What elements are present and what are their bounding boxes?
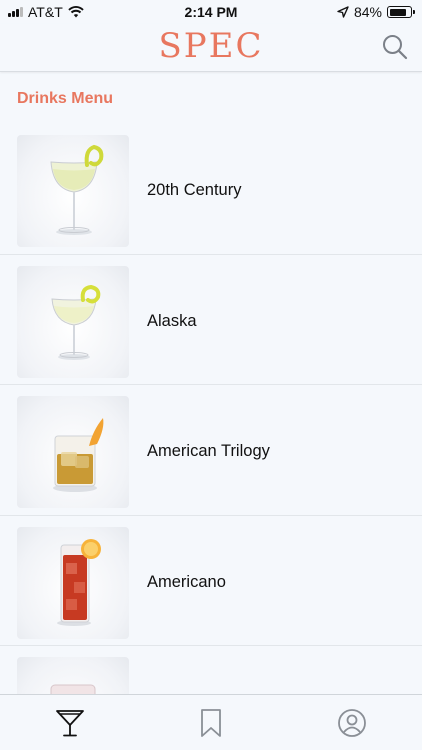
drink-name: Americano <box>147 572 226 591</box>
coupe-glass-image <box>51 284 101 360</box>
status-left: AT&T <box>8 4 84 20</box>
rocks-glass-image <box>53 418 104 492</box>
tab-drinks[interactable] <box>40 703 100 743</box>
signal-icon <box>8 7 23 17</box>
status-right: 84% <box>337 4 415 20</box>
app-logo: SPEC <box>158 26 264 66</box>
search-icon <box>383 35 408 60</box>
user-circle-icon <box>337 708 366 737</box>
drink-thumbnail <box>17 135 129 247</box>
list-item[interactable]: American Trilogy <box>0 385 422 516</box>
tab-bar <box>0 694 422 750</box>
drink-thumbnail <box>17 526 129 639</box>
drink-thumbnail <box>17 265 129 378</box>
carrier-label: AT&T <box>28 4 63 20</box>
coupe-glass-image <box>50 144 104 235</box>
battery-fill <box>389 8 407 16</box>
drinks-list: 20th Century Alaska American Trilogy Ame… <box>0 124 422 750</box>
list-item[interactable]: Americano <box>0 516 422 646</box>
drink-thumbnail <box>17 396 129 508</box>
app-header: SPEC <box>0 24 422 72</box>
highball-glass-image <box>57 538 101 626</box>
list-item[interactable]: 20th Century <box>0 124 422 255</box>
tab-profile[interactable] <box>322 703 382 743</box>
list-item[interactable]: Alaska <box>0 255 422 385</box>
section-title: Drinks Menu <box>17 90 114 107</box>
battery-percent: 84% <box>353 4 382 20</box>
wifi-icon <box>68 6 84 18</box>
bookmark-icon <box>201 708 221 737</box>
tab-saved[interactable] <box>181 703 241 743</box>
drink-name: 20th Century <box>147 181 242 199</box>
battery-icon <box>387 6 415 18</box>
status-bar: AT&T 2:14 PM 84% <box>0 0 422 24</box>
drink-name: American Trilogy <box>147 442 270 460</box>
martini-glass-icon <box>56 709 85 736</box>
location-arrow-icon <box>337 6 349 18</box>
drink-name: Alaska <box>147 311 197 330</box>
search-button[interactable] <box>380 32 410 62</box>
